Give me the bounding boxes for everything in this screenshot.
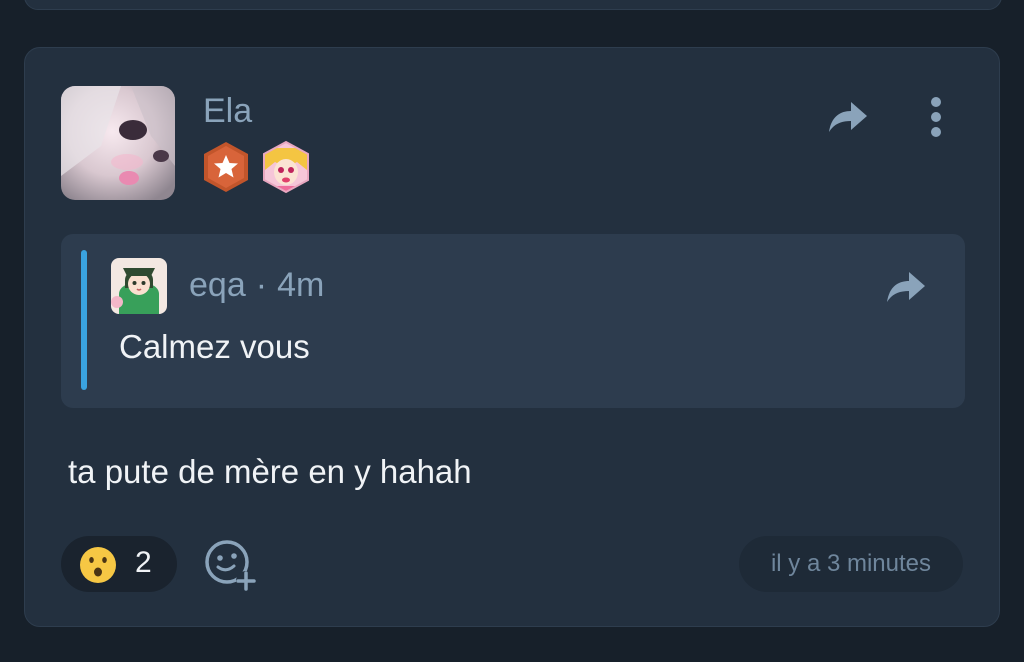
quote-author-name[interactable]: eqa	[189, 266, 246, 304]
more-options-icon[interactable]	[921, 96, 951, 140]
quote-separator: ·	[255, 266, 268, 304]
quote-text: Calmez vous	[119, 328, 310, 365]
quote-share-icon[interactable]	[883, 268, 927, 308]
author-avatar[interactable]	[61, 86, 175, 200]
message-text: ta pute de mère en y hahah	[68, 453, 472, 490]
star-badge-icon[interactable]	[201, 140, 251, 194]
hushed-face-icon	[79, 546, 117, 584]
anime-avatar-badge-icon[interactable]	[261, 140, 311, 194]
timestamp: il y a 3 minutes	[739, 536, 963, 592]
quote-author-avatar[interactable]	[111, 258, 167, 314]
add-reaction-icon[interactable]	[203, 538, 257, 592]
share-icon[interactable]	[825, 98, 869, 138]
post-card: Ela eqa · 4m Calmez vous ta pute de mère…	[24, 47, 1000, 627]
previous-card	[24, 0, 1002, 10]
quoted-message[interactable]: eqa · 4m Calmez vous	[61, 234, 965, 408]
author-name[interactable]: Ela	[203, 92, 252, 131]
quote-accent-bar	[81, 250, 87, 390]
quote-age: 4m	[277, 266, 325, 304]
quote-meta: eqa · 4m	[189, 266, 324, 305]
reaction-pill[interactable]: 2	[61, 536, 177, 592]
reaction-count: 2	[135, 546, 152, 579]
